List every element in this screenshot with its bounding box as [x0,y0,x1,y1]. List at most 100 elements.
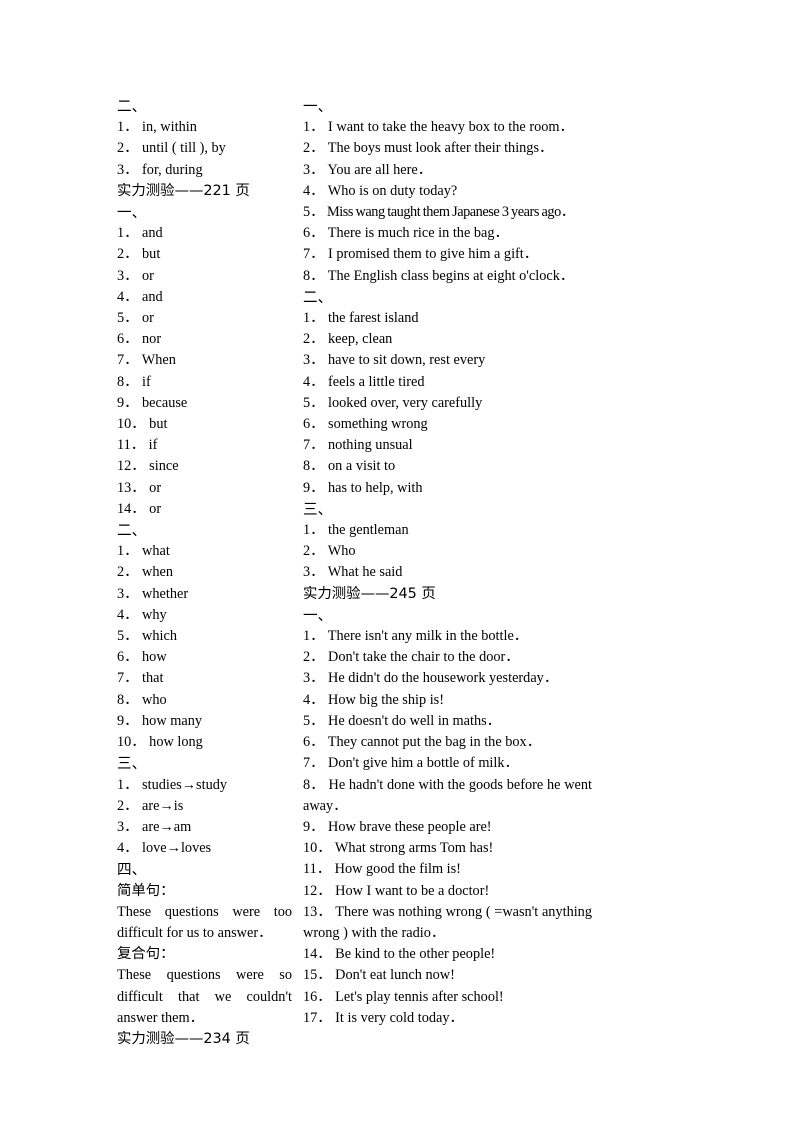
answer-item-number: 13． [117,479,146,496]
answer-item: 3． What he said [303,562,592,583]
answer-item-number: 4． [117,840,139,857]
answer-item: 5． which [117,626,292,647]
answer-item-text: or [142,267,154,284]
answer-item-number: 8． [303,776,325,793]
answer-item-number: 12． [117,458,146,475]
answer-item-text: until ( till ), by [142,140,226,157]
answer-item-number: 2． [303,331,325,348]
answer-item-number: 15． [303,967,332,984]
answer-item: 5． Miss wang taught them Japanese 3 year… [303,202,592,223]
answer-item-text: There was nothing wrong ( =wasn't anythi… [303,903,592,941]
answer-item-text: The English class begins at eight o'cloc… [327,267,575,284]
answer-item-text: have to sit down, rest every [328,352,486,369]
answer-item: 6． nor [117,329,292,350]
answer-item-text: Who is on duty today? [327,182,458,199]
answer-item: 2． but [117,244,292,265]
answer-item-text: Don't eat lunch now! [335,967,455,984]
answer-item-number: 12． [303,882,332,899]
section-heading: 一、 [117,204,147,222]
answer-item-text: There is much rice in the bag． [327,225,509,242]
answer-item-number: 4． [117,606,139,623]
answer-item: 2． Don't take the chair to the door． [303,647,592,668]
paragraph-answer: These questions were so difficult that w… [117,967,292,1026]
answer-item: 4． and [117,287,292,308]
answer-item-text: Let's play tennis after school! [335,988,504,1005]
answer-item: 10． how long [117,732,292,753]
answer-item: 2． until ( till ), by [117,138,292,159]
section-heading: 二、 [117,522,147,540]
answer-item-text: when [142,564,173,581]
answer-item-text: how long [149,734,203,751]
answer-item: 2． The boys must look after their things… [303,138,592,159]
answer-item-number: 6． [303,734,325,751]
answer-item-number: 1． [303,522,325,539]
answer-item-text: It is very cold today． [335,1009,464,1026]
answer-item-text: Miss wang taught them Japanese 3 years a… [326,204,575,221]
answer-item-number: 7． [303,246,325,263]
answer-item: 13． or [117,478,292,499]
answer-item-text: why [142,606,167,623]
answer-item: 7． Don't give him a bottle of milk． [303,753,592,774]
answer-item-number: 3． [303,564,325,581]
answer-item-text: because [142,394,188,411]
answer-item-number: 10． [303,840,332,857]
answer-item-text: in, within [142,119,197,136]
two-column-body: 二、 1． in, within 2． until ( till ), by 3． f… [0,96,794,1050]
answer-item-text: if [142,373,151,390]
answer-item-text: the gentleman [328,522,409,539]
answer-item: 17． It is very cold today． [303,1008,592,1029]
answer-item: 3． He didn't do the housework yesterday． [303,668,592,689]
answer-item-number: 17． [303,1009,332,1026]
right-column: 一、 1． I want to take the heavy box to the… [292,96,592,1029]
answer-item: 10． but [117,414,292,435]
section-heading: 三、 [303,500,333,518]
answer-item: 16． Let's play tennis after school! [303,987,592,1008]
answer-item-number: 1． [303,310,325,327]
answer-item-number: 2． [117,564,139,581]
answer-item-number: 1． [117,225,139,242]
answer-item-text: studies→study [142,776,228,793]
answer-item-text: nothing unsual [328,437,413,454]
answer-item-text: They cannot put the bag in the box． [327,734,541,751]
answer-item-number: 9． [117,712,139,729]
answer-item: 5． looked over, very carefully [303,393,592,414]
answer-item: 3． for, during [117,160,292,181]
answer-item-number: 2． [303,543,325,560]
answer-item: 9． has to help, with [303,478,592,499]
answer-item-text: He hadn't done with the goods before he … [303,776,592,814]
answer-item-number: 5． [303,712,325,729]
answer-item-text: the farest island [328,310,419,327]
answer-item-number: 9． [303,818,325,835]
section-heading: 三、 [117,755,147,773]
answer-item: 9． How brave these people are! [303,817,592,838]
answer-item-text: When [141,352,176,369]
chinese-heading: 实力测验——234 页 [117,1030,250,1047]
answer-item-number: 2． [117,797,139,814]
answer-item-number: 2． [117,246,139,263]
answer-item-text: or [149,500,162,517]
answer-item-text: on a visit to [328,458,396,475]
answer-item: 14． Be kind to the other people! [303,944,592,965]
answer-item-text: Who [327,543,356,560]
answer-item-number: 3． [117,818,139,835]
answer-item: 14． or [117,499,292,520]
answer-item: 12． since [117,456,292,477]
answer-item: 7． When [117,350,292,371]
answer-item: 7． I promised them to give him a gift． [303,244,592,265]
answer-item-text: He doesn't do well in maths． [328,712,501,729]
answer-item: 4． Who is on duty today? [303,181,592,202]
answer-item: 6． There is much rice in the bag． [303,223,592,244]
answer-item-text: are→is [142,797,184,814]
answer-item-number: 8． [117,691,139,708]
answer-item-number: 4． [117,288,139,305]
answer-item-text: What strong arms Tom has! [334,840,494,857]
answer-item-number: 6． [117,331,139,348]
chinese-heading: 实力测验——245 页 [303,585,436,602]
answer-item: 8． who [117,690,292,711]
answer-item-text: nor [142,331,162,348]
answer-item-text: Don't take the chair to the door． [328,649,520,666]
answer-item-number: 5． [303,394,325,411]
answer-item-number: 5． [303,204,325,221]
answer-item-text: or [149,479,162,496]
answer-item: 4． How big the ship is! [303,690,592,711]
